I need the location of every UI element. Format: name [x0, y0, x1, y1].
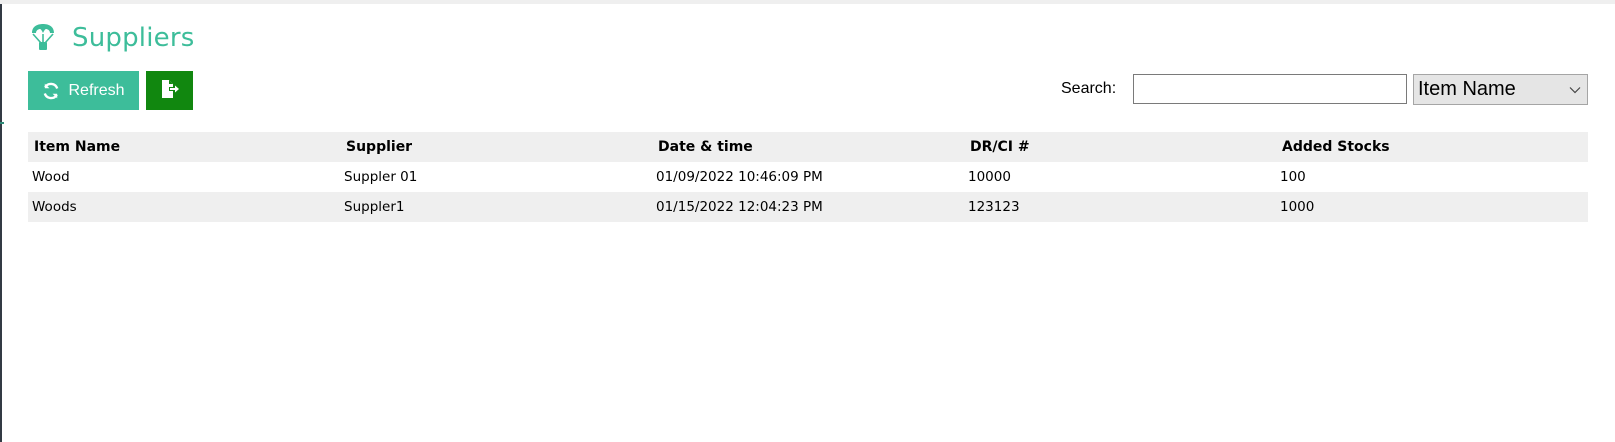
window-top-strip — [0, 0, 1615, 4]
column-header-added-stocks[interactable]: Added Stocks — [1276, 139, 1588, 155]
cell-date-time: 01/15/2022 12:04:23 PM — [656, 199, 823, 215]
table-body: Wood Suppler 01 01/09/2022 10:46:09 PM 1… — [28, 162, 1588, 222]
cell-added-stocks: 1000 — [1280, 199, 1315, 215]
cell-added-stocks: 100 — [1280, 169, 1306, 185]
left-border-marker — [0, 122, 4, 124]
left-border — [0, 4, 2, 442]
column-header-supplier[interactable]: Supplier — [340, 139, 652, 155]
column-header-dr-ci[interactable]: DR/CI # — [964, 139, 1276, 155]
refresh-icon — [42, 82, 60, 100]
cell-dr-ci: 123123 — [968, 199, 1020, 215]
suppliers-table: Item Name Supplier Date & time DR/CI # A… — [28, 132, 1588, 222]
search-label: Search: — [1061, 80, 1117, 97]
table-header-row: Item Name Supplier Date & time DR/CI # A… — [28, 132, 1588, 162]
parachute-icon — [30, 23, 56, 53]
table-row[interactable]: Woods Suppler1 01/15/2022 12:04:23 PM 12… — [28, 192, 1588, 222]
page-title: Suppliers — [72, 23, 195, 53]
export-file-icon — [160, 79, 180, 102]
cell-dr-ci: 10000 — [968, 169, 1011, 185]
cell-item-name: Woods — [32, 199, 77, 215]
cell-supplier: Suppler 01 — [344, 169, 418, 185]
export-button[interactable] — [146, 71, 193, 110]
refresh-button-label: Refresh — [68, 81, 125, 99]
refresh-button[interactable]: Refresh — [28, 71, 139, 110]
column-header-date-time[interactable]: Date & time — [652, 139, 964, 155]
page-header: Suppliers — [30, 18, 194, 58]
search-input[interactable] — [1133, 74, 1407, 104]
cell-supplier: Suppler1 — [344, 199, 405, 215]
table-row[interactable]: Wood Suppler 01 01/09/2022 10:46:09 PM 1… — [28, 162, 1588, 192]
column-header-item-name[interactable]: Item Name — [28, 139, 340, 155]
cell-item-name: Wood — [32, 169, 70, 185]
search-filter-value: Item Name — [1418, 78, 1516, 100]
chevron-down-icon — [1569, 81, 1587, 99]
search-filter-select[interactable]: Item Name — [1413, 74, 1588, 105]
cell-date-time: 01/09/2022 10:46:09 PM — [656, 169, 823, 185]
